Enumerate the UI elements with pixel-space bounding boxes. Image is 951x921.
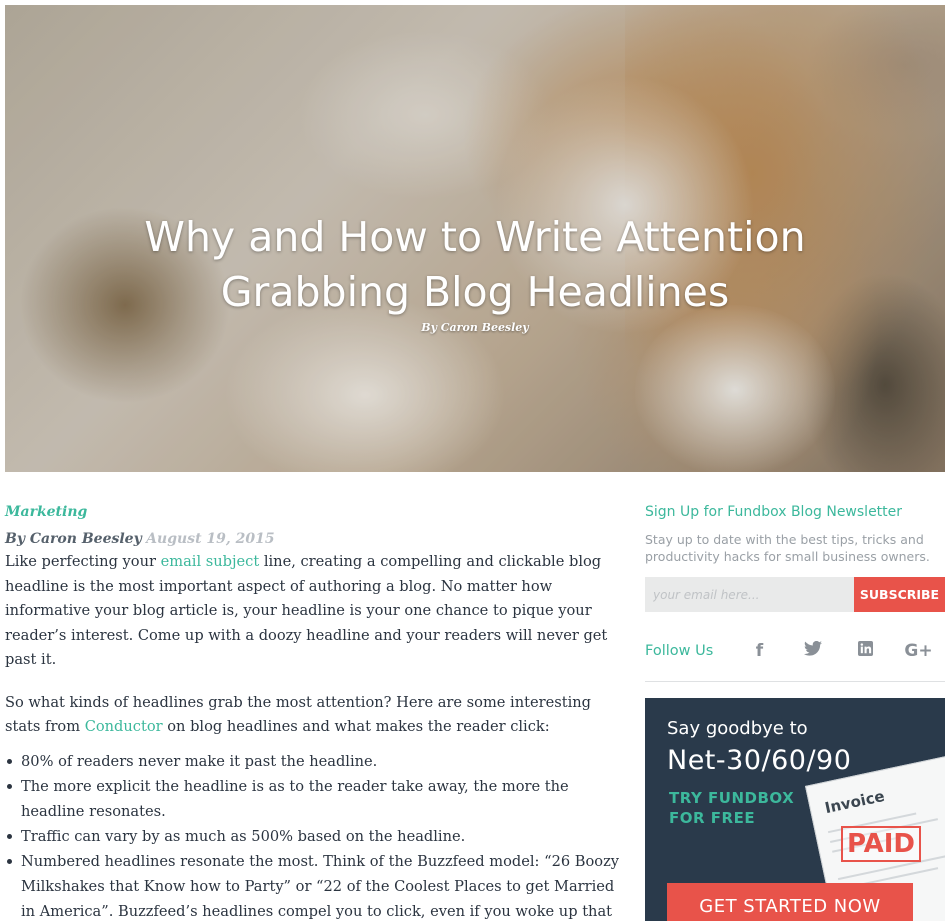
get-started-button[interactable]: GET STARTED NOW bbox=[667, 883, 913, 921]
article-body: Marketing By Caron Beesley August 19, 20… bbox=[5, 500, 630, 921]
ad-headline-1: Say goodbye to bbox=[667, 718, 808, 739]
paid-stamp: PAID bbox=[841, 826, 921, 862]
ad-cta-line2: FOR FREE bbox=[669, 809, 756, 827]
byline: By Caron Beesley August 19, 2015 bbox=[5, 528, 630, 550]
sidebar: Sign Up for Fundbox Blog Newsletter Stay… bbox=[645, 500, 945, 682]
newsletter-description: Stay up to date with the best tips, tric… bbox=[645, 532, 930, 564]
conductor-link[interactable]: Conductor bbox=[85, 718, 163, 735]
ad-headline-2: Net-30/60/90 bbox=[667, 745, 852, 776]
paragraph-stats-end: on blog headlines and what makes the rea… bbox=[162, 718, 550, 735]
follow-us: Follow Us f G+ bbox=[645, 635, 945, 667]
fundbox-ad[interactable]: Say goodbye to Net-30/60/90 TRY FUNDBOX … bbox=[645, 698, 945, 921]
paragraph-stats: So what kinds of headlines grab the most… bbox=[5, 691, 630, 740]
list-item: The more explicit the headline is as to … bbox=[7, 774, 630, 824]
hero-banner: Why and How to Write Attention Grabbing … bbox=[5, 5, 945, 472]
newsletter-title: Sign Up for Fundbox Blog Newsletter bbox=[645, 504, 903, 520]
page-title-line2: Grabbing Blog Headlines bbox=[220, 268, 730, 316]
linkedin-icon[interactable] bbox=[839, 641, 892, 661]
list-item: Traffic can vary by as much as 500% base… bbox=[7, 824, 630, 849]
ad-cta-text[interactable]: TRY FUNDBOX FOR FREE bbox=[669, 788, 794, 828]
follow-us-label: Follow Us bbox=[645, 643, 714, 659]
sidebar-divider bbox=[645, 681, 945, 682]
linkedin-icon-svg bbox=[858, 641, 873, 656]
category-link[interactable]: Marketing bbox=[5, 500, 630, 524]
paragraph-intro: Like perfecting your email subject line,… bbox=[5, 550, 630, 673]
twitter-icon-svg bbox=[803, 640, 822, 656]
byline-date: August 19, 2015 bbox=[146, 531, 275, 547]
googleplus-icon[interactable]: G+ bbox=[892, 641, 945, 661]
ad-cta-line1: TRY FUNDBOX bbox=[669, 789, 795, 807]
byline-author: By Caron Beesley bbox=[5, 531, 142, 547]
email-subject-link[interactable]: email subject bbox=[161, 553, 260, 570]
list-item: Numbered headlines resonate the most. Th… bbox=[7, 849, 630, 921]
paragraph-intro-start: Like perfecting your bbox=[5, 553, 161, 570]
stats-list: 80% of readers never make it past the he… bbox=[5, 749, 630, 921]
invoice-label: Invoice bbox=[823, 786, 887, 818]
paragraph-intro-end: line, creating a compelling and clickabl… bbox=[5, 553, 608, 668]
page-title-line1: Why and How to Write Attention bbox=[144, 213, 806, 261]
twitter-icon[interactable] bbox=[786, 640, 839, 661]
hero-author: By Caron Beesley bbox=[421, 321, 529, 334]
page-title: Why and How to Write Attention Grabbing … bbox=[5, 210, 945, 320]
email-input[interactable] bbox=[645, 577, 854, 612]
list-item: 80% of readers never make it past the he… bbox=[7, 749, 630, 774]
newsletter-form: SUBSCRIBE bbox=[645, 577, 945, 612]
facebook-icon[interactable]: f bbox=[733, 641, 786, 661]
social-links: f G+ bbox=[733, 640, 945, 661]
subscribe-button[interactable]: SUBSCRIBE bbox=[854, 577, 945, 612]
